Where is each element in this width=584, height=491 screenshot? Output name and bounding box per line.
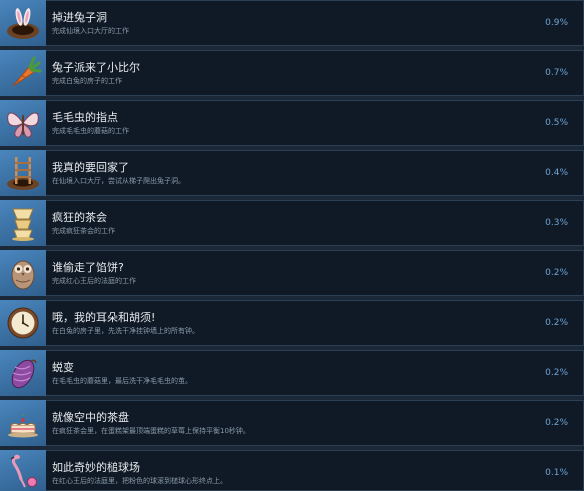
- achievement-title: 我真的要回家了: [52, 161, 129, 174]
- achievement-percent: 0.2%: [545, 268, 568, 278]
- achievement-panel: 我真的要回家了 在仙境入口大厅，尝试从梯子爬出兔子洞。 0.4%: [46, 150, 584, 196]
- achievement-row[interactable]: 蜕变 在毛毛虫的蘑菇里，最后洗干净毛毛虫的茧。 0.2%: [0, 350, 584, 396]
- achievement-row[interactable]: 兔子派来了小比尔 完成白兔的房子的工作 0.7%: [0, 50, 584, 96]
- achievement-title: 如此奇妙的槌球场: [52, 461, 140, 474]
- achievement-panel: 掉进兔子洞 完成仙境入口大厅的工作 0.9%: [46, 0, 584, 46]
- achievement-percent: 0.2%: [545, 318, 568, 328]
- achievement-percent: 0.3%: [545, 218, 568, 228]
- achievement-panel: 如此奇妙的槌球场 在红心王后的法庭里，把粉色的球滚到槌球心形终点上。 0.1%: [46, 450, 584, 491]
- cake-icon: [0, 400, 46, 446]
- achievement-title: 疯狂的茶会: [52, 211, 107, 224]
- achievement-panel: 毛毛虫的指点 完成毛毛虫的蘑菇的工作 0.5%: [46, 100, 584, 146]
- achievement-description: 在疯狂茶会里，在蛋糕架最顶端蛋糕的草莓上保持平衡10秒钟。: [52, 427, 250, 435]
- achievement-description: 完成毛毛虫的蘑菇的工作: [52, 127, 129, 135]
- achievement-panel: 谁偷走了馅饼? 完成红心王后的法庭的工作 0.2%: [46, 250, 584, 296]
- achievement-row[interactable]: 毛毛虫的指点 完成毛毛虫的蘑菇的工作 0.5%: [0, 100, 584, 146]
- achievement-title: 哦，我的耳朵和胡须!: [52, 311, 156, 324]
- cocoon-icon: [0, 350, 46, 396]
- flamingo-icon: [0, 450, 46, 491]
- achievement-panel: 兔子派来了小比尔 完成白兔的房子的工作 0.7%: [46, 50, 584, 96]
- achievement-description: 在仙境入口大厅，尝试从梯子爬出兔子洞。: [52, 177, 185, 185]
- achievement-description: 完成红心王后的法庭的工作: [52, 277, 136, 285]
- achievement-row[interactable]: 就像空中的茶盘 在疯狂茶会里，在蛋糕架最顶端蛋糕的草莓上保持平衡10秒钟。 0.…: [0, 400, 584, 446]
- achievement-percent: 0.9%: [545, 18, 568, 28]
- achievement-row[interactable]: 疯狂的茶会 完成疯狂茶会的工作 0.3%: [0, 200, 584, 246]
- achievement-row[interactable]: 哦，我的耳朵和胡须! 在白兔的房子里，先洗干净挂钟墙上的所有钟。 0.2%: [0, 300, 584, 346]
- achievement-list: 掉进兔子洞 完成仙境入口大厅的工作 0.9% 兔子派来了小比尔 完成白兔的房子的…: [0, 0, 584, 491]
- achievement-panel: 就像空中的茶盘 在疯狂茶会里，在蛋糕架最顶端蛋糕的草莓上保持平衡10秒钟。 0.…: [46, 400, 584, 446]
- achievement-row[interactable]: 我真的要回家了 在仙境入口大厅，尝试从梯子爬出兔子洞。 0.4%: [0, 150, 584, 196]
- teacup-icon: [0, 200, 46, 246]
- achievement-panel: 哦，我的耳朵和胡须! 在白兔的房子里，先洗干净挂钟墙上的所有钟。 0.2%: [46, 300, 584, 346]
- achievement-row[interactable]: 谁偷走了馅饼? 完成红心王后的法庭的工作 0.2%: [0, 250, 584, 296]
- achievement-description: 完成疯狂茶会的工作: [52, 227, 115, 235]
- achievement-title: 谁偷走了馅饼?: [52, 261, 124, 274]
- rabbit-hole-icon: [0, 0, 46, 46]
- achievement-description: 在白兔的房子里，先洗干净挂钟墙上的所有钟。: [52, 327, 199, 335]
- achievement-description: 在红心王后的法庭里，把粉色的球滚到槌球心形终点上。: [52, 477, 227, 485]
- achievement-percent: 0.7%: [545, 68, 568, 78]
- achievement-title: 就像空中的茶盘: [52, 411, 129, 424]
- achievement-percent: 0.4%: [545, 168, 568, 178]
- achievement-row[interactable]: 如此奇妙的槌球场 在红心王后的法庭里，把粉色的球滚到槌球心形终点上。 0.1%: [0, 450, 584, 491]
- achievement-percent: 0.2%: [545, 418, 568, 428]
- achievement-percent: 0.2%: [545, 368, 568, 378]
- achievement-title: 掉进兔子洞: [52, 11, 107, 24]
- carrot-icon: [0, 50, 46, 96]
- achievement-panel: 蜕变 在毛毛虫的蘑菇里，最后洗干净毛毛虫的茧。 0.2%: [46, 350, 584, 396]
- achievement-percent: 0.5%: [545, 118, 568, 128]
- achievement-description: 完成白兔的房子的工作: [52, 77, 122, 85]
- achievement-title: 毛毛虫的指点: [52, 111, 118, 124]
- ladder-icon: [0, 150, 46, 196]
- owl-icon: [0, 250, 46, 296]
- achievement-panel: 疯狂的茶会 完成疯狂茶会的工作 0.3%: [46, 200, 584, 246]
- butterfly-icon: [0, 100, 46, 146]
- achievement-description: 在毛毛虫的蘑菇里，最后洗干净毛毛虫的茧。: [52, 377, 192, 385]
- clock-icon: [0, 300, 46, 346]
- achievement-row[interactable]: 掉进兔子洞 完成仙境入口大厅的工作 0.9%: [0, 0, 584, 46]
- achievement-percent: 0.1%: [545, 468, 568, 478]
- achievement-description: 完成仙境入口大厅的工作: [52, 27, 129, 35]
- achievement-title: 兔子派来了小比尔: [52, 61, 140, 74]
- achievement-title: 蜕变: [52, 361, 74, 374]
